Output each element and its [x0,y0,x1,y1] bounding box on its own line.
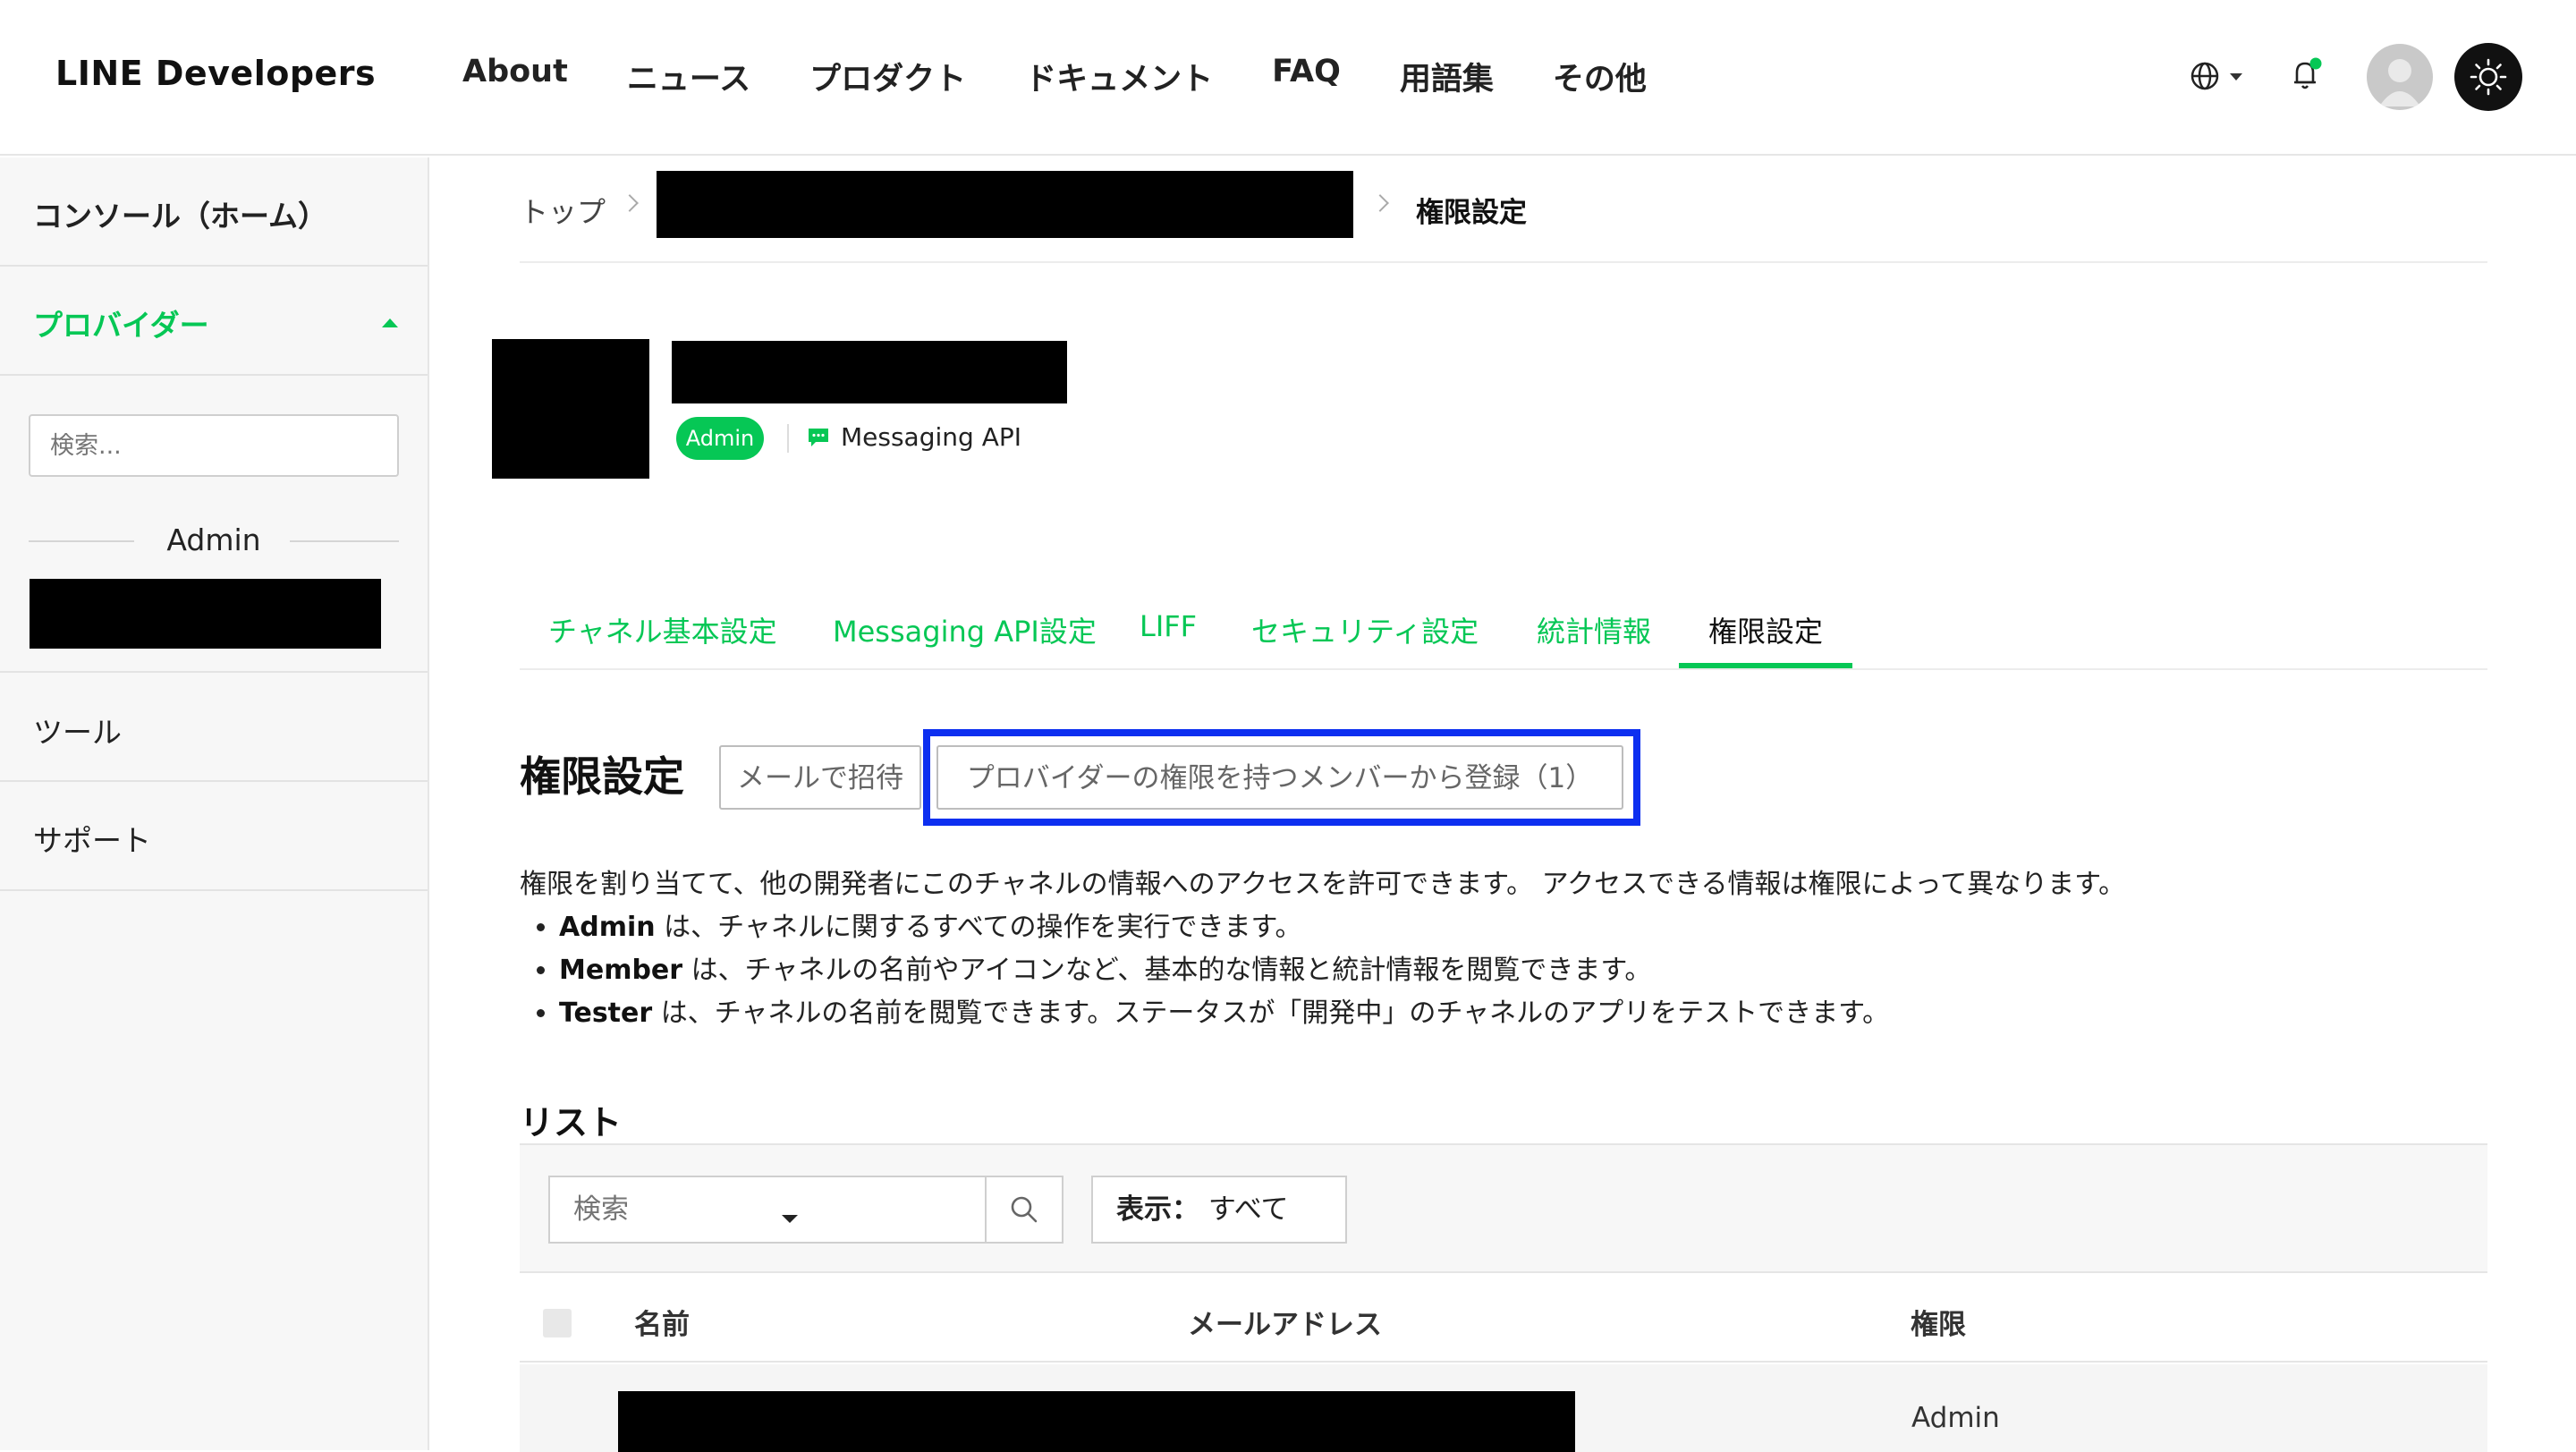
chevron-up-icon[interactable] [382,318,398,327]
sidebar-item-support[interactable]: サポート [0,782,428,891]
top-nav: About ニュース プロダクト ドキュメント FAQ 用語集 その他 [462,54,1706,99]
tab-messaging-api[interactable]: Messaging API設定 [833,609,1097,650]
theme-toggle-button[interactable] [2454,43,2522,111]
nav-documents[interactable]: ドキュメント [1025,54,1213,99]
permissions-description: 権限を割り当てて、他の開発者にこのチャネルの情報へのアクセスを許可できます。 ア… [520,863,2505,1035]
active-tab-indicator [1679,663,1852,668]
redacted-channel-icon [492,339,649,479]
highlight-box [923,729,1640,826]
sidebar-console-label: コンソール（ホーム） [33,199,328,234]
user-silhouette-icon [2379,59,2420,106]
role-desc: は、チャネルの名前やアイコンなど、基本的な情報と統計情報を閲覧できます。 [682,955,1652,986]
tab-statistics[interactable]: 統計情報 [1537,609,1651,650]
description-text: 権限を割り当てて、他の開発者にこのチャネルの情報へのアクセスを許可できます。 ア… [520,869,2126,900]
breadcrumb: トップ 権限設定 [520,170,2487,263]
nav-more[interactable]: その他 [1553,54,1647,99]
sidebar-role-heading: Admin [29,522,399,558]
column-role: 権限 [1911,1309,1966,1341]
member-search-input[interactable] [548,1176,985,1244]
sidebar: コンソール（ホーム） プロバイダー Admin ツール サポート [0,157,429,1450]
column-name: 名前 [634,1309,690,1341]
nav-about[interactable]: About [462,54,568,99]
list-title: リスト [520,1103,623,1142]
member-list: 表示： すべて 名前 メールアドレス 権限 Admin [520,1143,2487,1452]
sidebar-provider-label: プロバイダー [33,308,209,343]
tab-permissions[interactable]: 権限設定 [1708,609,1823,650]
nav-faq[interactable]: FAQ [1272,54,1341,99]
filter-value: すべて [1208,1193,1289,1226]
redacted-breadcrumb-provider[interactable] [657,171,1353,238]
channel-type: Messaging API [841,422,1021,452]
tab-security[interactable]: セキュリティ設定 [1251,609,1479,650]
sidebar-support-label: サポート [33,823,151,858]
breadcrumb-top-link[interactable]: トップ [520,190,606,231]
globe-icon[interactable] [2190,61,2220,91]
avatar[interactable] [2367,44,2433,110]
role-badge: Admin [676,417,764,460]
section-title: 権限設定 [520,752,684,801]
list-toolbar: 表示： すべて [520,1145,2487,1273]
divider [787,424,789,453]
provider-search-input[interactable] [29,414,399,477]
sidebar-tools-label: ツール [33,715,122,750]
display-filter-select[interactable]: 表示： すべて [1091,1176,1347,1244]
language-caret-icon[interactable] [2230,73,2242,81]
filter-label: 表示： [1116,1193,1199,1226]
redacted-provider-name[interactable] [30,579,381,649]
role-desc: は、チャネルの名前を閲覧できます。ステータスが「開発中」のチャネルのアプリをテス… [652,998,1890,1029]
table-header: 名前 メールアドレス 権限 [520,1273,2487,1363]
role-name: Tester [559,998,653,1029]
chevron-right-icon [621,194,639,212]
sidebar-role-label: Admin [166,522,261,557]
channel-tabs: チャネル基本設定 Messaging API設定 LIFF セキュリティ設定 統… [520,586,2487,670]
sidebar-item-provider[interactable]: プロバイダー [0,267,428,376]
role-desc: は、チャネルに関するすべての操作を実行できます。 [655,912,1302,943]
role-item-tester: Tester は、チャネルの名前を閲覧できます。ステータスが「開発中」のチャネル… [559,992,2505,1035]
chevron-down-icon[interactable] [780,1213,800,1226]
role-item-member: Member は、チャネルの名前やアイコンなど、基本的な情報と統計情報を閲覧でき… [559,949,2505,992]
table-row: Admin [520,1364,2487,1452]
role-name: Member [559,955,683,986]
search-icon [1011,1196,1038,1223]
select-all-checkbox[interactable] [543,1309,572,1337]
nav-news[interactable]: ニュース [627,54,750,99]
role-name: Admin [559,912,656,943]
nav-glossary[interactable]: 用語集 [1400,54,1494,99]
breadcrumb-current: 権限設定 [1416,197,1527,229]
sun-icon [2470,58,2507,96]
role-list: Admin は、チャネルに関するすべての操作を実行できます。 Member は、… [520,906,2505,1035]
logo[interactable]: LINE Developers [55,54,376,93]
role-item-admin: Admin は、チャネルに関するすべての操作を実行できます。 [559,906,2505,949]
search-button[interactable] [985,1176,1063,1244]
invite-by-email-button[interactable]: メールで招待 [719,745,921,810]
nav-products[interactable]: プロダクト [809,54,966,99]
column-email: メールアドレス [1188,1309,1382,1341]
chat-bubble-icon [809,429,828,446]
bell-icon[interactable] [2288,57,2324,93]
redacted-channel-name [672,341,1067,403]
sidebar-item-tools[interactable]: ツール [0,671,428,782]
tab-basic-settings[interactable]: チャネル基本設定 [548,609,777,650]
row-role: Admin [1911,1402,2000,1434]
chevron-right-icon [1371,194,1389,212]
sidebar-item-console[interactable]: コンソール（ホーム） [0,157,428,267]
tab-liff[interactable]: LIFF [1140,609,1197,643]
redacted-member-info [618,1391,1575,1452]
